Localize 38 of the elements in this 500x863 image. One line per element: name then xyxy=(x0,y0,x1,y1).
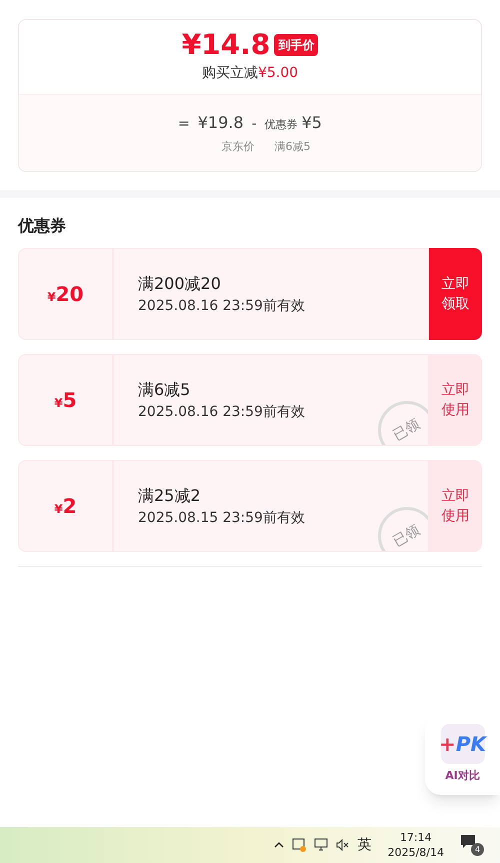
coupon-caption: 满6减5 xyxy=(274,138,310,155)
ai-compare-label: AI对比 xyxy=(445,768,480,784)
clock-time[interactable]: 17:14 xyxy=(400,830,432,845)
pk-logo: +PK xyxy=(440,724,484,764)
coupon-rule: 满200减20 xyxy=(138,272,222,294)
stamp-text: 已领 xyxy=(390,520,424,551)
coupon-amount: ¥5 xyxy=(54,390,77,410)
coupon-rule: 满25减2 xyxy=(138,484,202,506)
clock-date[interactable]: 2025/8/14 xyxy=(388,845,444,860)
stamp-text: 已领 xyxy=(390,414,424,445)
minus-sign: - xyxy=(252,114,257,134)
coupon-validity: 2025.08.16 23:59前有效 xyxy=(138,402,306,422)
notification-count: 4 xyxy=(471,843,484,856)
price-badge: 到手价 xyxy=(274,34,318,56)
coupon-action-button[interactable]: 立即使用 xyxy=(429,354,482,446)
coupon-discount: ¥5 xyxy=(302,112,322,134)
ai-compare-button[interactable]: +PK AI对比 xyxy=(425,713,500,795)
original-price-caption: 京东价 xyxy=(222,138,254,155)
app-tray-icon[interactable] xyxy=(292,838,306,852)
section-title: 优惠券 xyxy=(18,215,67,237)
coupon-label: 优惠券 xyxy=(264,116,298,133)
network-icon[interactable] xyxy=(314,838,328,852)
coupon-validity: 2025.08.15 23:59前有效 xyxy=(138,508,306,528)
coupon-action-button[interactable]: 立即使用 xyxy=(429,460,482,552)
notifications-button[interactable]: 4 xyxy=(460,834,484,856)
chevron-up-icon[interactable] xyxy=(274,841,284,849)
coupon-amount: ¥2 xyxy=(54,496,77,516)
original-price: ¥19.8 xyxy=(198,112,244,134)
coupon-validity: 2025.08.16 23:59前有效 xyxy=(138,296,306,316)
ime-indicator[interactable]: 英 xyxy=(358,834,372,856)
coupon-amount: ¥20 xyxy=(47,284,84,304)
equals-sign: = xyxy=(178,114,190,134)
muted-speaker-icon[interactable] xyxy=(336,839,350,851)
message-icon xyxy=(460,834,476,850)
saving-text: 购买立减¥5.00 xyxy=(202,64,298,82)
final-price: ¥14.8 xyxy=(182,30,270,58)
coupon-action-button[interactable]: 立即领取 xyxy=(429,248,482,340)
coupon-rule: 满6减5 xyxy=(138,378,192,400)
